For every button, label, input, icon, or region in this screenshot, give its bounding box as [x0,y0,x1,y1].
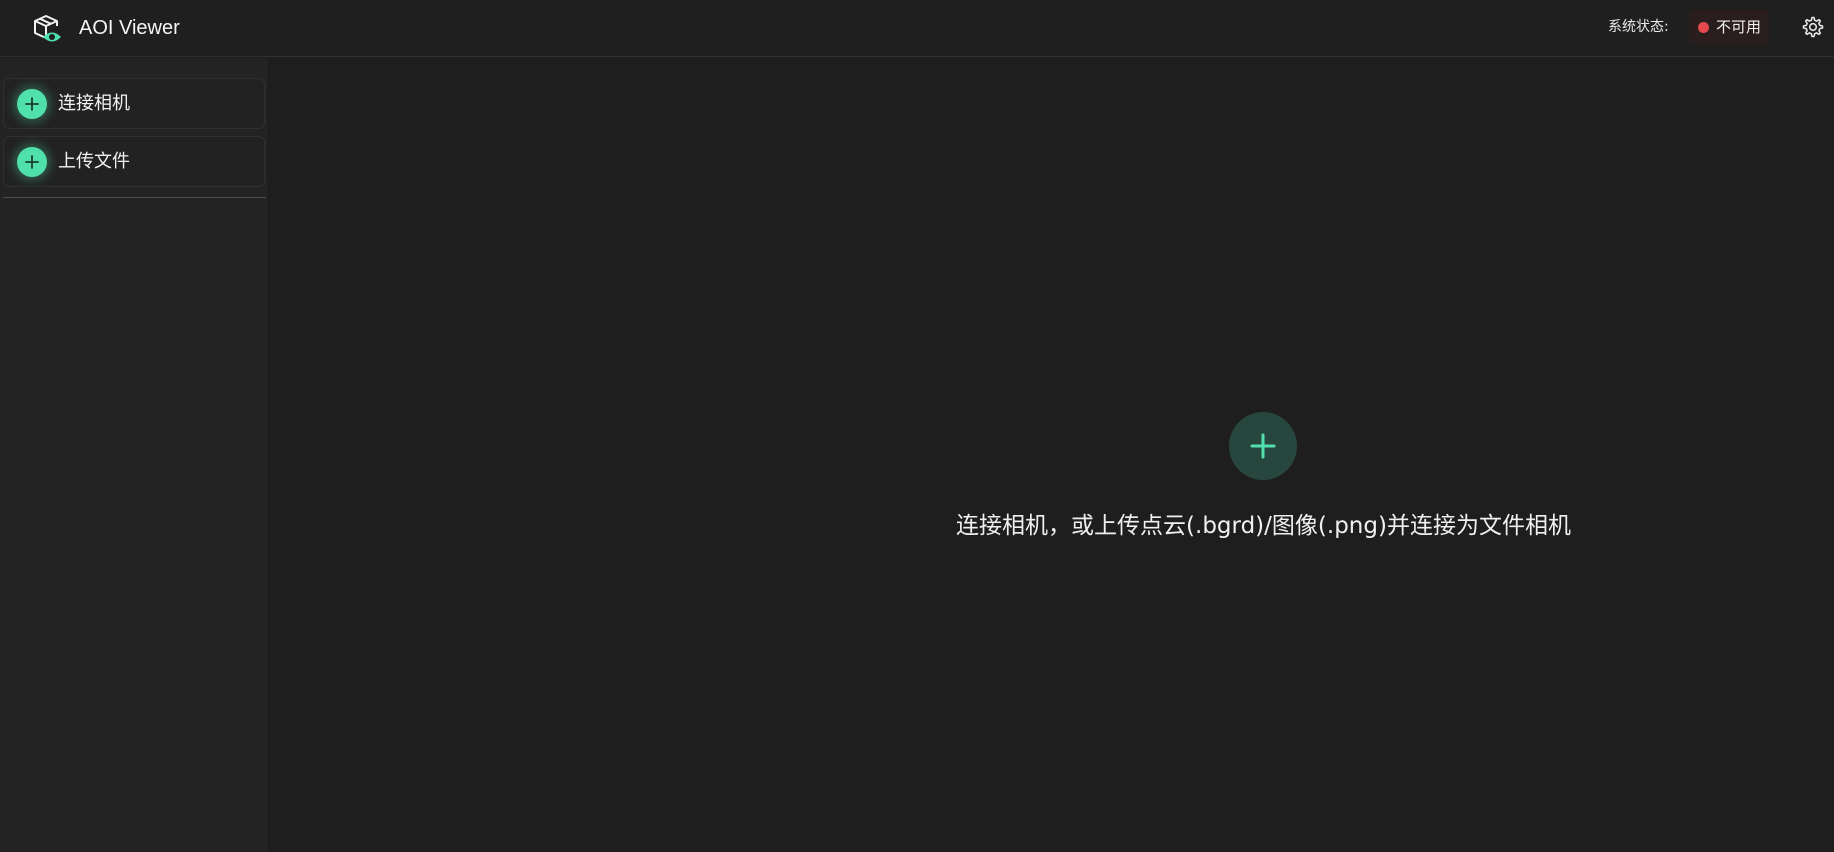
sidebar-item-upload-file[interactable]: 上传文件 [3,136,265,187]
app-title: AOI Viewer [79,17,180,39]
plus-circle-icon [17,147,47,177]
sidebar-item-connect-camera[interactable]: 连接相机 [3,78,265,129]
header-bar: AOI Viewer 系统状态: 不可用 [0,0,1834,57]
status-dot-icon [1698,22,1709,33]
sidebar-item-label: 上传文件 [58,151,130,172]
plus-icon [1250,433,1276,459]
system-status-value: 不可用 [1716,18,1762,36]
system-status-label: 系统状态: [1608,19,1669,35]
gear-icon [1802,16,1824,38]
add-camera-button[interactable] [1229,412,1297,480]
sidebar: 连接相机 上传文件 [0,58,267,852]
sidebar-divider [3,197,266,198]
app-logo-icon [31,12,65,46]
system-status-badge: 不可用 [1689,10,1769,44]
settings-button[interactable] [1801,15,1825,39]
empty-state-hint: 连接相机，或上传点云(.bgrd)/图像(.png)并连接为文件相机 [956,513,1571,539]
app-window: AOI Viewer 系统状态: 不可用 连接相机 上传文件 连接相机，或上传点… [0,0,1834,852]
plus-circle-icon [17,89,47,119]
sidebar-item-label: 连接相机 [58,93,130,114]
